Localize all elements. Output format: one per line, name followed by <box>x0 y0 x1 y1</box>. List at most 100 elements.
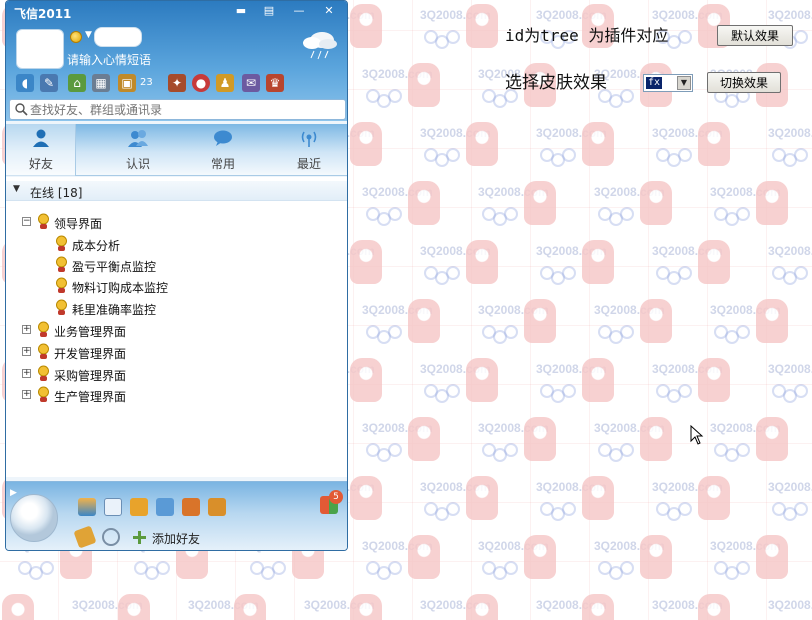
sound-icon[interactable]: ◖ <box>16 74 34 92</box>
switch-effect-button[interactable]: 切换效果 <box>707 72 781 93</box>
add-friend-button[interactable]: 添加好友 <box>152 530 200 547</box>
calendar-icon[interactable] <box>182 498 200 516</box>
watermark-logo-icon <box>350 122 382 166</box>
tree-leaf-breakeven-monitor[interactable]: 盈亏平衡点监控 <box>54 256 254 276</box>
watermark-logo-icon <box>408 181 440 225</box>
watermark-rings-icon <box>598 561 642 581</box>
watermark-rings-icon <box>598 207 642 227</box>
collapse-toggle-icon[interactable]: − <box>22 217 31 226</box>
add-friend-plus-icon[interactable] <box>132 530 147 545</box>
mouse-pointer-icon <box>690 425 704 445</box>
watermark-tile <box>348 354 406 413</box>
watermark-tile: 3Q2008.com <box>522 472 607 531</box>
message-box-icon[interactable] <box>156 498 174 516</box>
game-icon[interactable]: ✦ <box>168 74 186 92</box>
tab-frequent[interactable]: 常用 <box>188 124 258 176</box>
pet-icon[interactable]: ● <box>192 74 210 92</box>
watermark-rings-icon <box>482 207 526 227</box>
tab-recent[interactable]: 最近 <box>274 124 344 176</box>
contacts-icon[interactable]: ▦ <box>92 74 110 92</box>
home-icon[interactable]: ⌂ <box>68 74 86 92</box>
watermark-logo-icon <box>234 594 266 620</box>
notification-badge: 5 <box>329 490 343 504</box>
settings-gear-icon[interactable] <box>102 528 120 546</box>
brush-icon[interactable] <box>73 525 97 549</box>
watermark-rings-icon <box>656 148 700 168</box>
tree-leaf-cost-analysis[interactable]: 成本分析 <box>54 235 254 255</box>
tree-leaf-material-cost-monitor[interactable]: 物料订购成本监控 <box>54 277 254 297</box>
gift-icon[interactable] <box>208 498 226 516</box>
tab-friends[interactable]: 好友 <box>6 124 76 176</box>
expand-toggle-icon[interactable]: + <box>22 347 31 356</box>
default-effect-button[interactable]: 默认效果 <box>717 25 793 46</box>
status-dropdown-icon[interactable]: ▼ <box>85 30 92 40</box>
minimize-button[interactable]: — <box>288 3 310 19</box>
tab-acquaintances[interactable]: 认识 <box>103 124 173 176</box>
watermark-rings-icon <box>18 561 62 581</box>
watermark-logo-icon <box>466 476 498 520</box>
tree-node-leadership[interactable]: − 领导界面 <box>22 213 222 233</box>
notes-icon[interactable] <box>130 498 148 516</box>
fetion-logo-bubble[interactable] <box>10 494 58 542</box>
mail-icon[interactable] <box>104 498 122 516</box>
shield-icon[interactable]: ♛ <box>266 74 284 92</box>
watermark-rings-icon <box>424 148 468 168</box>
watermark-tile <box>348 590 406 620</box>
contact-status-icon <box>56 256 67 272</box>
weather-cloud-icon[interactable] <box>298 27 340 61</box>
tree-node-production[interactable]: + 生产管理界面 <box>22 386 222 406</box>
tree-node-purchasing[interactable]: + 采购管理界面 <box>22 365 222 385</box>
user-gift-icon[interactable]: ♟ <box>216 74 234 92</box>
bottom-toolbar: ▶ 5 添加好友 <box>6 481 347 550</box>
expand-toggle-icon[interactable]: + <box>22 325 31 334</box>
app-box-icon[interactable] <box>78 498 96 516</box>
watermark-rings-icon <box>598 325 642 345</box>
watermark-logo-icon <box>466 122 498 166</box>
nickname-field[interactable] <box>94 27 142 47</box>
chevron-down-icon[interactable]: ▼ <box>677 76 691 90</box>
watermark-tile: 3Q2008.com <box>174 590 259 620</box>
expand-toggle-icon[interactable]: + <box>22 369 31 378</box>
tree-node-business[interactable]: + 业务管理界面 <box>22 321 222 341</box>
watermark-logo-icon <box>350 240 382 284</box>
watermark-tile: 3Q2008.com <box>638 590 723 620</box>
tree-leaf-consumption-accuracy-monitor[interactable]: 耗里准确率监控 <box>54 299 254 319</box>
watermark-tile <box>406 295 464 354</box>
search-input[interactable] <box>30 101 340 118</box>
menu-window-button[interactable]: ▤ <box>258 3 280 19</box>
expand-arrow-icon[interactable]: ▶ <box>10 488 17 498</box>
collapse-arrow-icon[interactable]: ▼ <box>13 184 20 194</box>
expand-toggle-icon[interactable]: + <box>22 390 31 399</box>
watermark-logo-icon <box>756 535 788 579</box>
tree-node-label: 领导界面 <box>54 217 103 231</box>
skin-select[interactable]: fx ▼ <box>643 74 693 92</box>
pen-icon[interactable]: ✎ <box>40 74 58 92</box>
online-group-header[interactable]: ▼ 在线 [18] <box>6 181 347 201</box>
watermark-logo-icon <box>756 417 788 461</box>
people-icon <box>128 130 148 147</box>
watermark-tile: 3Q2008.com <box>580 295 665 354</box>
close-button[interactable]: ✕ <box>318 3 340 19</box>
watermark-logo-icon <box>698 358 730 402</box>
watermark-rings-icon <box>540 502 584 522</box>
watermark-logo-icon <box>524 299 556 343</box>
watermark-rings-icon <box>714 561 758 581</box>
tree-node-development[interactable]: + 开发管理界面 <box>22 343 222 363</box>
photo-icon[interactable]: ▣ <box>118 74 136 92</box>
plugin-toolbar: ◖ ✎ ⌂ ▦ ▣ 23 ✦ ● ♟ ✉ ♛ <box>10 74 340 94</box>
skin-window-button[interactable]: ▬ <box>230 3 252 19</box>
watermark-logo-icon <box>408 63 440 107</box>
watermark-tile: 3Q2008.com <box>754 354 812 413</box>
watermark-logo-icon <box>408 417 440 461</box>
watermark-logo-icon <box>118 594 150 620</box>
tab-frequent-label: 常用 <box>210 157 235 171</box>
watermark-rings-icon <box>656 502 700 522</box>
watermark-tile: 3Q2008.com <box>580 531 665 590</box>
mail-plugin-icon[interactable]: ✉ <box>242 74 260 92</box>
avatar[interactable] <box>16 29 64 69</box>
watermark-tile: 3Q2008.com <box>580 177 665 236</box>
online-status-icon[interactable] <box>70 31 82 43</box>
mood-phrase-field[interactable]: 请输入心情短语 <box>67 51 151 68</box>
watermark-tile: 3Q2008.com <box>348 59 433 118</box>
tree-id-label: id为tree 为插件对应 <box>505 26 669 45</box>
